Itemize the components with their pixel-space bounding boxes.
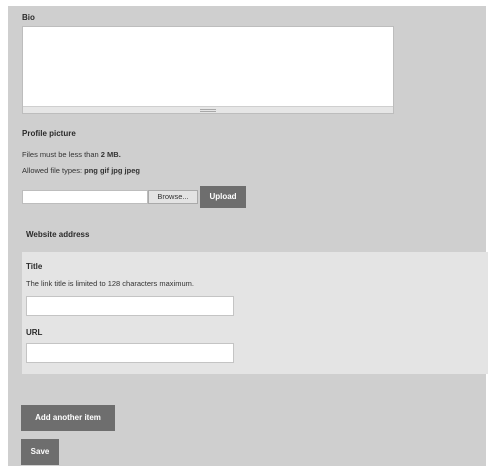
- file-types-list: png gif jpg jpeg: [84, 166, 140, 175]
- link-title-help: The link title is limited to 128 charact…: [26, 279, 194, 288]
- save-button[interactable]: Save: [21, 439, 59, 465]
- link-title-label: Title: [26, 262, 43, 271]
- file-size-limit: 2 MB.: [100, 150, 121, 159]
- url-input[interactable]: [26, 343, 234, 363]
- link-title-input[interactable]: [26, 296, 234, 316]
- bio-textarea[interactable]: [22, 26, 394, 114]
- file-types-prefix: Allowed file types:: [22, 166, 83, 175]
- add-another-item-button[interactable]: Add another item: [21, 405, 115, 431]
- upload-button[interactable]: Upload: [200, 186, 246, 208]
- bio-label: Bio: [22, 13, 35, 22]
- url-label: URL: [26, 328, 43, 337]
- file-types-help: Allowed file types: png gif jpg jpeg: [22, 166, 140, 175]
- website-address-legend: Website address: [26, 230, 90, 239]
- resize-handle[interactable]: [23, 106, 393, 113]
- browse-button[interactable]: Browse...: [148, 190, 198, 204]
- file-path-field[interactable]: [22, 190, 148, 204]
- file-size-prefix: Files must be less than: [22, 150, 99, 159]
- file-size-help: Files must be less than 2 MB.: [22, 150, 121, 159]
- profile-picture-label: Profile picture: [22, 129, 76, 138]
